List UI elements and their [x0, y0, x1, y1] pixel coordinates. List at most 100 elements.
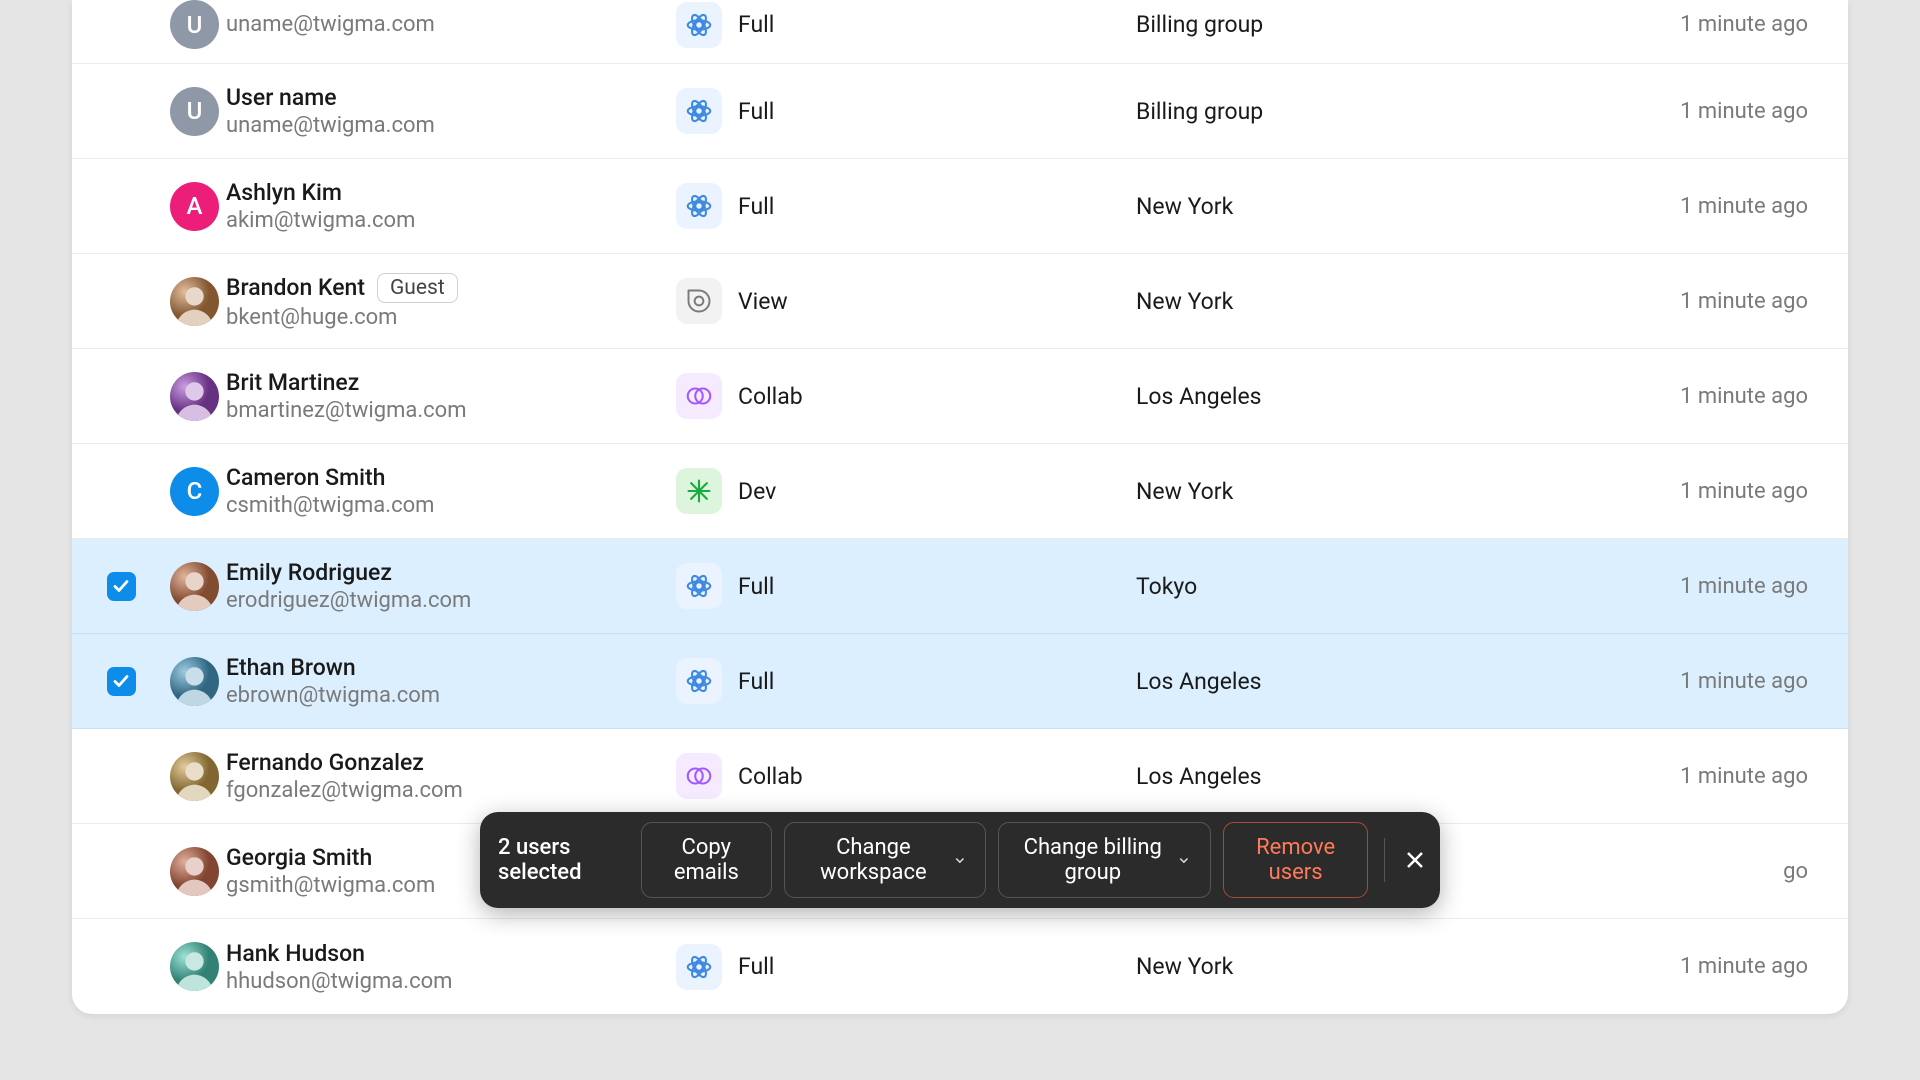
- user-name: Hank Hudson: [226, 940, 365, 967]
- user-email: ebrown@twigma.com: [226, 683, 676, 708]
- selection-action-bar: 2 users selected Copy emails Change work…: [480, 812, 1440, 908]
- avatar-cell: U: [170, 87, 226, 136]
- last-active-cell: 1 minute ago: [1606, 574, 1848, 599]
- user-email: uname@twigma.com: [226, 113, 676, 138]
- row-checkbox[interactable]: [107, 572, 136, 601]
- table-row[interactable]: Hank Hudsonhhudson@twigma.comFullNew Yor…: [72, 919, 1848, 1014]
- change-workspace-label: Change workspace: [805, 835, 942, 885]
- seat-cell[interactable]: Full: [676, 944, 1136, 990]
- table-row[interactable]: UUser nameuname@twigma.com Full Billing gr…: [72, 64, 1848, 159]
- user-cell: Hank Hudsonhhudson@twigma.com: [226, 940, 676, 994]
- change-billing-group-button[interactable]: Change billing group: [998, 822, 1211, 898]
- user-email: bkent@huge.com: [226, 305, 676, 330]
- avatar: [170, 372, 219, 421]
- guest-badge: Guest: [377, 273, 458, 303]
- seat-cell[interactable]: Full: [676, 183, 1136, 229]
- avatar-cell: [170, 657, 226, 706]
- billing-group-cell[interactable]: Los Angeles: [1136, 763, 1606, 790]
- close-icon: [1403, 848, 1427, 872]
- last-active-cell: go: [1606, 859, 1848, 884]
- billing-group-cell[interactable]: New York: [1136, 288, 1606, 315]
- user-cell: Brit Martinezbmartinez@twigma.com: [226, 369, 676, 423]
- seat-label: View: [738, 288, 788, 315]
- table-row[interactable]: Ethan Brownebrown@twigma.com Full Los Ange…: [72, 634, 1848, 729]
- remove-users-button[interactable]: Remove users: [1223, 822, 1368, 898]
- user-name: Cameron Smith: [226, 464, 385, 491]
- table-row[interactable]: Emily Rodriguezerodriguez@twigma.com Full…: [72, 539, 1848, 634]
- avatar-cell: [170, 847, 226, 896]
- table-row[interactable]: Brandon Kent Guestbkent@huge.com View New Y…: [72, 254, 1848, 349]
- billing-group-cell[interactable]: New York: [1136, 478, 1606, 505]
- seat-label: Dev: [738, 478, 776, 505]
- user-cell: Emily Rodriguezerodriguez@twigma.com: [226, 559, 676, 613]
- user-email: akim@twigma.com: [226, 208, 676, 233]
- table-row[interactable]: Uuname@twigma.comFullBilling group1 minu…: [72, 0, 1848, 64]
- seat-cell[interactable]: View: [676, 278, 1136, 324]
- avatar: U: [170, 0, 219, 49]
- row-checkbox-cell: [72, 572, 170, 601]
- seat-label: Full: [738, 573, 774, 600]
- seat-label: Full: [738, 193, 774, 220]
- seat-cell[interactable]: Full: [676, 658, 1136, 704]
- close-action-bar-button[interactable]: [1401, 842, 1428, 878]
- seat-cell[interactable]: Full: [676, 2, 1136, 48]
- last-active-cell: 1 minute ago: [1606, 384, 1848, 409]
- row-checkbox[interactable]: [107, 667, 136, 696]
- user-email: erodriguez@twigma.com: [226, 588, 676, 613]
- user-cell: Cameron Smithcsmith@twigma.com: [226, 464, 676, 518]
- full-seat-icon: [676, 944, 722, 990]
- seat-label: Full: [738, 668, 774, 695]
- user-name: Brandon Kent: [226, 274, 365, 301]
- user-cell: uname@twigma.com: [226, 12, 676, 37]
- billing-group-cell[interactable]: New York: [1136, 193, 1606, 220]
- billing-group-cell[interactable]: Los Angeles: [1136, 668, 1606, 695]
- billing-group-cell[interactable]: Los Angeles: [1136, 383, 1606, 410]
- user-cell: Brandon Kent Guestbkent@huge.com: [226, 273, 676, 330]
- row-checkbox-cell: [72, 667, 170, 696]
- seat-cell[interactable]: Full: [676, 88, 1136, 134]
- avatar-cell: U: [170, 0, 226, 49]
- table-row[interactable]: AAshlyn Kimakim@twigma.comFullNew York1 …: [72, 159, 1848, 254]
- full-seat-icon: [676, 658, 722, 704]
- copy-emails-button[interactable]: Copy emails: [641, 822, 773, 898]
- collab-seat-icon: [676, 373, 722, 419]
- billing-group-cell[interactable]: New York: [1136, 953, 1606, 980]
- avatar: C: [170, 467, 219, 516]
- user-email: csmith@twigma.com: [226, 493, 676, 518]
- seat-label: Collab: [738, 763, 803, 790]
- user-name: Fernando Gonzalez: [226, 749, 424, 776]
- seat-label: Collab: [738, 383, 803, 410]
- billing-group-cell[interactable]: Billing group: [1136, 11, 1606, 38]
- selection-count: 2 users selected: [492, 835, 629, 885]
- last-active-cell: 1 minute ago: [1606, 479, 1848, 504]
- last-active-cell: 1 minute ago: [1606, 289, 1848, 314]
- avatar: [170, 562, 219, 611]
- table-row[interactable]: Fernando Gonzalezfgonzalez@twigma.com Col…: [72, 729, 1848, 824]
- seat-cell[interactable]: Collab: [676, 373, 1136, 419]
- billing-group-cell[interactable]: Billing group: [1136, 98, 1606, 125]
- table-row[interactable]: CCameron Smithcsmith@twigma.comDevNew Yo…: [72, 444, 1848, 539]
- full-seat-icon: [676, 183, 722, 229]
- user-email: fgonzalez@twigma.com: [226, 778, 676, 803]
- avatar: A: [170, 182, 219, 231]
- last-active-cell: 1 minute ago: [1606, 99, 1848, 124]
- full-seat-icon: [676, 2, 722, 48]
- avatar: [170, 942, 219, 991]
- user-name: Ethan Brown: [226, 654, 356, 681]
- last-active-cell: 1 minute ago: [1606, 669, 1848, 694]
- seat-cell[interactable]: Full: [676, 563, 1136, 609]
- last-active-cell: 1 minute ago: [1606, 194, 1848, 219]
- user-name: User name: [226, 84, 337, 111]
- user-cell: User nameuname@twigma.com: [226, 84, 676, 138]
- seat-cell[interactable]: Dev: [676, 468, 1136, 514]
- user-email: bmartinez@twigma.com: [226, 398, 676, 423]
- billing-group-cell[interactable]: Tokyo: [1136, 573, 1606, 600]
- avatar: [170, 657, 219, 706]
- seat-label: Full: [738, 98, 774, 125]
- avatar-cell: [170, 277, 226, 326]
- user-cell: Ethan Brownebrown@twigma.com: [226, 654, 676, 708]
- avatar-cell: [170, 372, 226, 421]
- seat-cell[interactable]: Collab: [676, 753, 1136, 799]
- table-row[interactable]: Brit Martinezbmartinez@twigma.com Collab L…: [72, 349, 1848, 444]
- change-workspace-button[interactable]: Change workspace: [784, 822, 986, 898]
